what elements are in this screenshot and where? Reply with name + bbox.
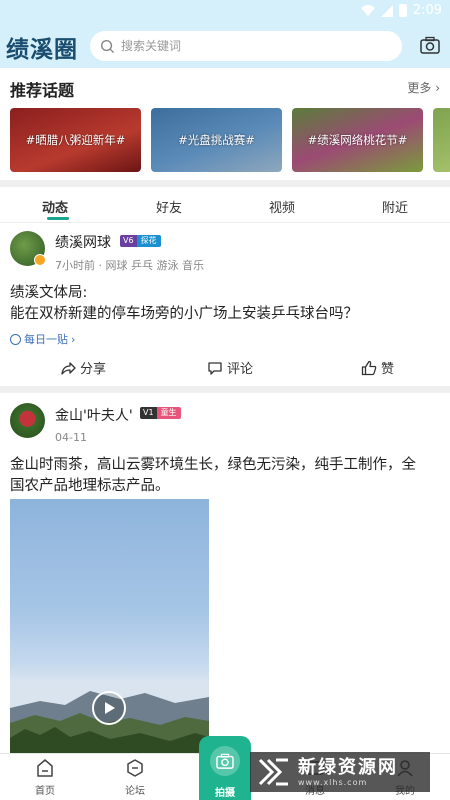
post-text-line: 金山时雨茶，高山云雾环境生长，绿色无污染，纯手工制作，全 — [10, 457, 416, 473]
battery-icon — [398, 4, 407, 17]
like-label: 赞 — [381, 362, 395, 377]
play-icon — [105, 702, 115, 714]
clock-icon — [10, 333, 21, 345]
chevron-right-icon: › — [435, 81, 440, 95]
feed-tabs: 动态 好友 视频 附近 — [0, 187, 450, 223]
level-badge: V1 童生 — [140, 407, 181, 419]
topic-label: #光盘挑战赛# — [178, 133, 255, 147]
post-text-line: 能在双桥新建的停车场旁的小广场上安装乒乓球台吗？ — [10, 306, 358, 322]
watermark: 新绿资源网 www.xlhs.com — [250, 752, 430, 792]
active-tab-indicator — [47, 217, 69, 220]
author-name[interactable]: 绩溪网球 — [55, 232, 111, 252]
status-bar: 2:09 — [0, 0, 450, 24]
post-meta: 7小时前 · 网球 乒乓 游泳 音乐 — [55, 259, 204, 272]
app-logo: 绩溪圈 — [6, 36, 78, 63]
level-number: V6 — [120, 235, 137, 247]
top-bar: 2:09 绩溪圈 — [0, 0, 450, 68]
watermark-title: 新绿资源网 — [298, 756, 398, 778]
like-button[interactable]: 赞 — [361, 358, 394, 377]
tab-video[interactable]: 视频 — [269, 197, 295, 216]
nav-forum[interactable]: 论坛 — [105, 758, 165, 797]
more-label: 更多 — [407, 81, 432, 95]
video-thumbnail[interactable] — [10, 499, 209, 753]
tab-nearby[interactable]: 附近 — [382, 197, 408, 216]
post-text-line: 国农产品地理标志产品。 — [10, 478, 170, 494]
comment-label: 评论 — [227, 362, 254, 377]
share-label: 分享 — [80, 362, 107, 377]
topic-card[interactable] — [433, 108, 450, 172]
share-icon — [61, 361, 76, 375]
recommended-topics: 推荐话题 更多 › #晒腊八粥迎新年# #光盘挑战赛# #绩溪网络桃花节# — [0, 68, 450, 180]
thumbs-up-icon — [361, 360, 377, 375]
nav-shoot-button[interactable]: 拍摄 — [199, 736, 251, 800]
nav-label: 论坛 — [125, 786, 145, 797]
status-time: 2:09 — [412, 3, 442, 18]
post-date: 04-11 — [55, 431, 87, 444]
forum-icon — [127, 759, 143, 777]
tag-label: 每日一贴 — [24, 333, 68, 346]
home-icon — [37, 759, 53, 777]
post-actions: 分享 评论 赞 — [0, 358, 450, 380]
nav-label: 首页 — [35, 786, 55, 797]
search-bar[interactable] — [90, 31, 402, 61]
search-input[interactable] — [121, 39, 371, 53]
tab-dynamic[interactable]: 动态 — [42, 197, 68, 216]
level-number: V1 — [140, 407, 157, 419]
more-link[interactable]: 更多 › — [407, 79, 440, 96]
feed-post: 金山'叶夫人' V1 童生 04-11 金山时雨茶，高山云雾环境生长，绿色无污染… — [0, 393, 450, 753]
level-title: 童生 — [156, 407, 181, 419]
topic-card[interactable]: #晒腊八粥迎新年# — [10, 108, 141, 172]
avatar[interactable] — [10, 403, 45, 438]
camera-icon — [210, 746, 240, 776]
watermark-logo-icon — [258, 758, 288, 786]
divider — [0, 386, 450, 393]
level-badge: V6 探花 — [120, 235, 161, 247]
topic-card[interactable]: #光盘挑战赛# — [151, 108, 282, 172]
topics-title: 推荐话题 — [10, 81, 75, 100]
topic-label: #晒腊八粥迎新年# — [25, 133, 126, 147]
author-name[interactable]: 金山'叶夫人' — [55, 405, 133, 425]
verified-badge-icon — [34, 254, 46, 266]
search-icon — [100, 39, 115, 53]
chevron-right-icon: › — [71, 332, 76, 346]
wifi-icon — [360, 5, 375, 16]
nav-home[interactable]: 首页 — [15, 758, 75, 797]
camera-icon[interactable] — [420, 36, 440, 54]
topic-label: #绩溪网络桃花节# — [307, 133, 408, 147]
nav-label: 拍摄 — [215, 788, 235, 799]
play-button[interactable] — [92, 691, 126, 725]
watermark-url: www.xlhs.com — [298, 777, 368, 787]
divider — [0, 180, 450, 187]
tab-friends[interactable]: 好友 — [156, 197, 182, 216]
feed-post: 绩溪网球 V6 探花 7小时前 · 网球 乒乓 游泳 音乐 绩溪文体局: 能在双… — [0, 224, 450, 386]
share-button[interactable]: 分享 — [60, 358, 106, 377]
comment-button[interactable]: 评论 — [207, 358, 253, 377]
signal-icon — [380, 4, 393, 17]
daily-post-tag[interactable]: 每日一贴 › — [10, 331, 75, 347]
topic-card[interactable]: #绩溪网络桃花节# — [292, 108, 423, 172]
comment-icon — [208, 361, 222, 375]
level-title: 探花 — [136, 235, 161, 247]
post-text-line: 绩溪文体局: — [10, 285, 88, 301]
app-header: 绩溪圈 — [0, 28, 450, 64]
